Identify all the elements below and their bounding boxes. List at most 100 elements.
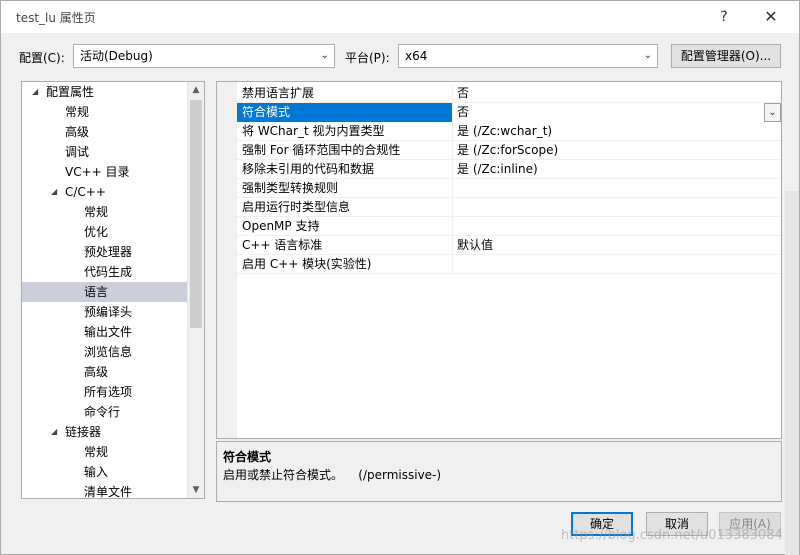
property-pages-dialog: test_lu 属性页 ? ✕ 配置(C): 活动(Debug) ⌄ 平台(P)… <box>0 0 800 555</box>
tree-item-label: 预处理器 <box>84 245 133 259</box>
property-value[interactable] <box>454 179 781 198</box>
tree-item-label: VC++ 目录 <box>65 165 130 179</box>
dropdown-chevron-icon[interactable]: ⌄ <box>764 103 781 122</box>
property-value-text: 默认值 <box>457 238 494 252</box>
tree-item[interactable]: 代码生成 <box>22 262 187 282</box>
tree-scrollbar[interactable]: ▲ ▼ <box>187 82 204 498</box>
property-row[interactable]: 符合模式否 ⌄ <box>237 103 781 122</box>
config-label: 配置(C): <box>19 51 65 65</box>
help-icon[interactable]: ? <box>704 5 744 29</box>
tree-item[interactable]: 常规 <box>22 442 187 462</box>
tree-item-label: 配置属性 <box>46 85 95 99</box>
property-value[interactable] <box>454 255 781 274</box>
close-icon[interactable]: ✕ <box>751 5 791 29</box>
tree-item[interactable]: ◢ 配置属性 <box>22 82 187 102</box>
property-name: 强制类型转换规则 <box>237 179 453 198</box>
tree-item[interactable]: 优化 <box>22 222 187 242</box>
tree-item[interactable]: 命令行 <box>22 402 187 422</box>
scroll-down-icon[interactable]: ▼ <box>188 482 204 498</box>
tree-item[interactable]: 输出文件 <box>22 322 187 342</box>
property-grid[interactable]: 禁用语言扩展否符合模式否 ⌄ 将 WChar_t 视为内置类型是 (/Zc:wcha… <box>216 81 782 439</box>
property-row[interactable]: OpenMP 支持 <box>237 217 781 236</box>
property-tree[interactable]: ◢ 配置属性 常规 高级 调试 VC++ 目录 ◢ C/C++ 常规 优化 预处理器 代码生成 语言 预编… <box>21 81 205 499</box>
tree-item-label: 优化 <box>84 225 109 239</box>
property-value-text: 是 (/Zc:inline) <box>457 162 538 176</box>
tree-item[interactable]: 预处理器 <box>22 242 187 262</box>
title-bar: test_lu 属性页 ? ✕ <box>1 1 799 33</box>
tree-item-label: 所有选项 <box>84 385 133 399</box>
tree-item-label: 常规 <box>84 205 109 219</box>
property-value[interactable]: 是 (/Zc:inline) <box>454 160 781 179</box>
tree-item[interactable]: ◢ 链接器 <box>22 422 187 442</box>
config-select-value: 活动(Debug) <box>80 49 153 63</box>
property-value[interactable] <box>454 198 781 217</box>
property-name: 启用运行时类型信息 <box>237 198 453 217</box>
property-row[interactable]: 启用 C++ 模块(实验性) <box>237 255 781 274</box>
platform-select[interactable]: x64 ⌄ <box>398 44 658 68</box>
property-value[interactable]: 是 (/Zc:forScope) <box>454 141 781 160</box>
property-row[interactable]: C++ 语言标准 默认值 <box>237 236 781 255</box>
property-name: 强制 For 循环范围中的合规性 <box>237 141 453 160</box>
platform-select-value: x64 <box>405 49 428 63</box>
property-value[interactable]: 是 (/Zc:wchar_t) <box>454 122 781 141</box>
property-row[interactable]: 强制 For 循环范围中的合规性是 (/Zc:forScope) <box>237 141 781 160</box>
tree-item-label: 调试 <box>65 145 90 159</box>
expand-arrow-icon[interactable]: ◢ <box>32 82 38 102</box>
property-name: 将 WChar_t 视为内置类型 <box>237 122 453 141</box>
config-manager-button[interactable]: 配置管理器(O)... <box>671 44 781 68</box>
tree-item-label: 清单文件 <box>84 485 133 499</box>
property-value-text: 否 <box>457 86 470 100</box>
property-value[interactable] <box>454 217 781 236</box>
property-name: 符合模式 <box>237 103 453 122</box>
property-row[interactable]: 强制类型转换规则 <box>237 179 781 198</box>
property-row[interactable]: 将 WChar_t 视为内置类型是 (/Zc:wchar_t) <box>237 122 781 141</box>
property-row[interactable]: 禁用语言扩展否 <box>237 84 781 103</box>
tree-item-label: 输入 <box>84 465 109 479</box>
property-value-text: 是 (/Zc:wchar_t) <box>457 124 553 138</box>
scroll-up-icon[interactable]: ▲ <box>188 82 204 98</box>
property-value[interactable]: 否 ⌄ <box>454 103 781 122</box>
tree-item[interactable]: 输入 <box>22 462 187 482</box>
tree-item-label: 常规 <box>84 445 109 459</box>
tree-item-label: 输出文件 <box>84 325 133 339</box>
tree-item[interactable]: VC++ 目录 <box>22 162 187 182</box>
tree-item-label: 预编译头 <box>84 305 133 319</box>
tree-item[interactable]: 常规 <box>22 102 187 122</box>
property-row[interactable]: 启用运行时类型信息 <box>237 198 781 217</box>
tree-item-label: 链接器 <box>65 425 102 439</box>
tree-item[interactable]: 常规 <box>22 202 187 222</box>
tree-item[interactable]: 清单文件 <box>22 482 187 499</box>
tree-item[interactable]: 语言 <box>22 282 187 302</box>
tree-item-label: 代码生成 <box>84 265 133 279</box>
tree-item[interactable]: 高级 <box>22 122 187 142</box>
tree-item[interactable]: 预编译头 <box>22 302 187 322</box>
property-name: OpenMP 支持 <box>237 217 453 236</box>
tree-item-label: 常规 <box>65 105 90 119</box>
property-row[interactable]: 移除未引用的代码和数据是 (/Zc:inline) <box>237 160 781 179</box>
expand-arrow-icon[interactable]: ◢ <box>51 422 57 442</box>
tree-item-label: 命令行 <box>84 405 121 419</box>
config-select[interactable]: 活动(Debug) ⌄ <box>73 44 335 68</box>
tree-item-label: 语言 <box>84 285 109 299</box>
tree-item-label: 高级 <box>84 365 109 379</box>
background-window-edge <box>785 191 799 555</box>
chevron-down-icon: ⌄ <box>643 50 652 61</box>
description-panel: 符合模式 启用或禁止符合模式。 (/permissive-) <box>216 441 782 502</box>
tree-item[interactable]: 所有选项 <box>22 382 187 402</box>
tree-item[interactable]: 浏览信息 <box>22 342 187 362</box>
tree-item[interactable]: 调试 <box>22 142 187 162</box>
chevron-down-icon: ⌄ <box>320 50 329 61</box>
expand-arrow-icon[interactable]: ◢ <box>51 182 57 202</box>
property-value[interactable]: 默认值 <box>454 236 781 255</box>
window-title: test_lu 属性页 <box>16 11 96 25</box>
scrollbar-thumb[interactable] <box>190 100 202 328</box>
property-name: 启用 C++ 模块(实验性) <box>237 255 453 274</box>
property-value-text: 否 <box>457 105 470 119</box>
property-name: 禁用语言扩展 <box>237 84 453 103</box>
description-text: 启用或禁止符合模式。 (/permissive-) <box>223 468 442 482</box>
tree-item[interactable]: 高级 <box>22 362 187 382</box>
property-name: 移除未引用的代码和数据 <box>237 160 453 179</box>
property-value[interactable]: 否 <box>454 84 781 103</box>
property-value-text: 是 (/Zc:forScope) <box>457 143 559 157</box>
tree-item[interactable]: ◢ C/C++ <box>22 182 187 202</box>
